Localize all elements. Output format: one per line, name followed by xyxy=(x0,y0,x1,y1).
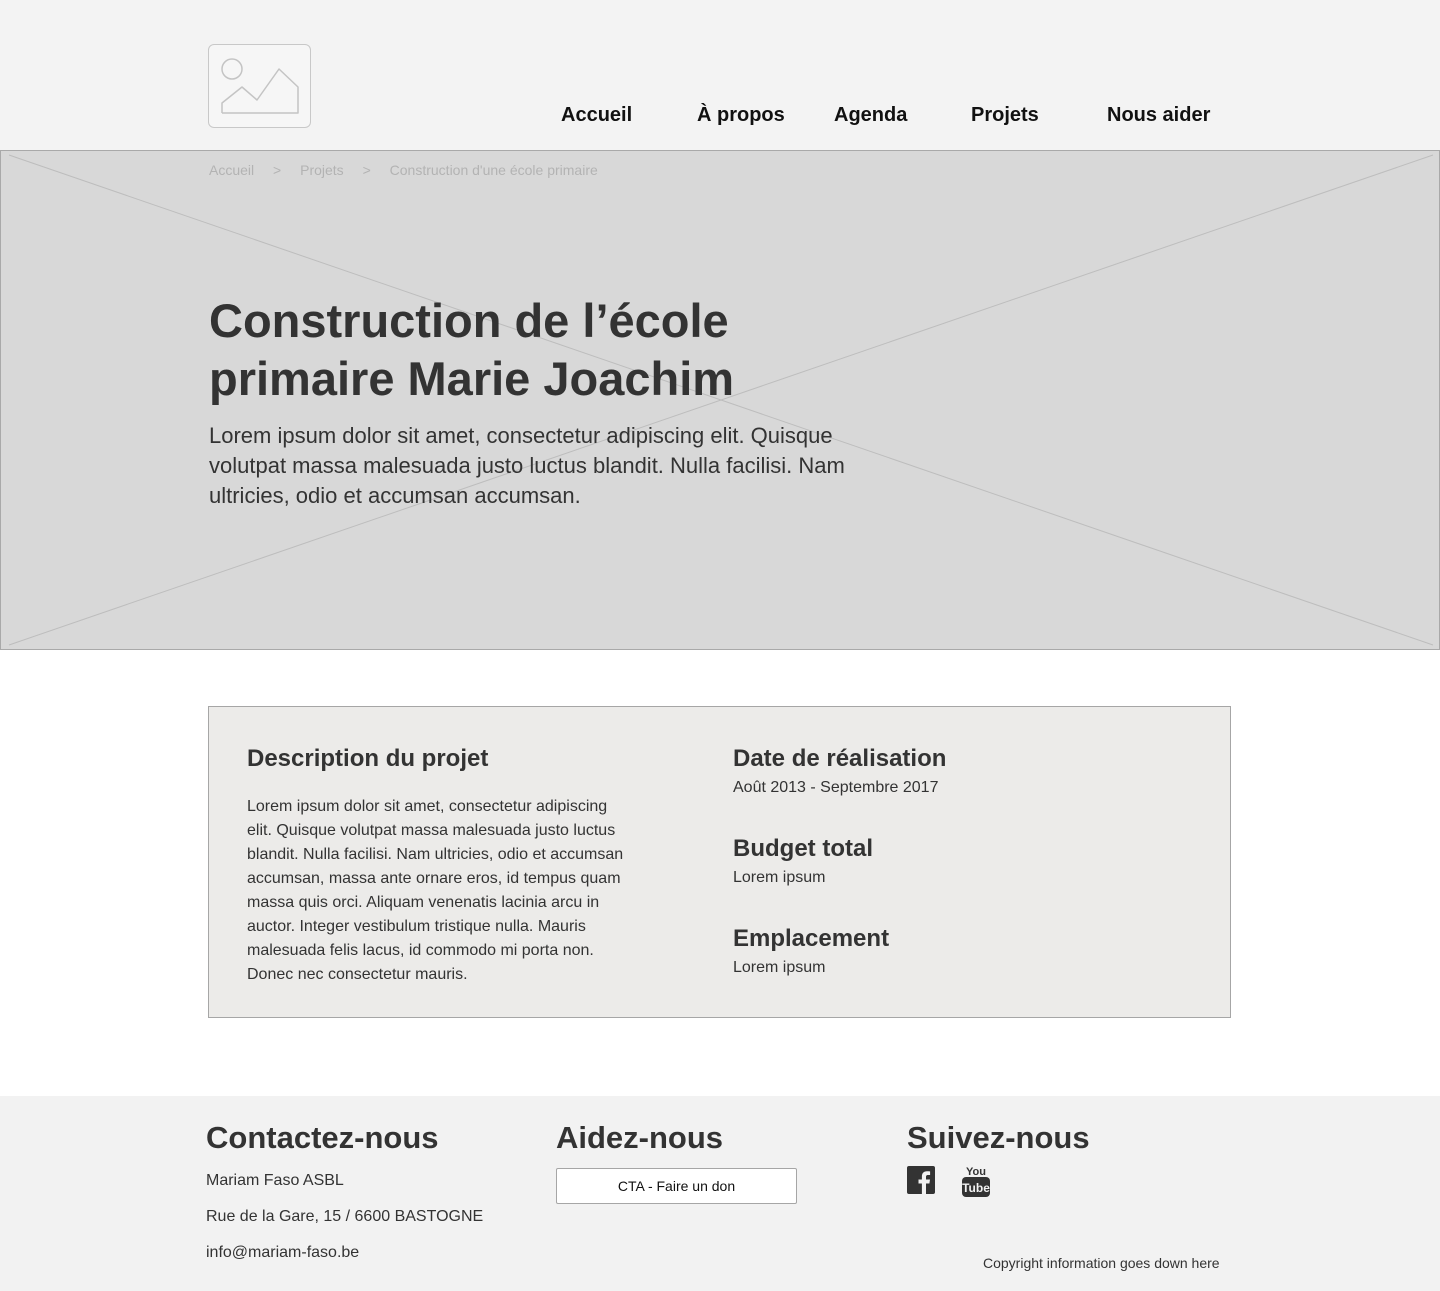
breadcrumb-separator: > xyxy=(273,162,282,178)
description-text: Lorem ipsum dolor sit amet, consectetur … xyxy=(247,798,624,983)
youtube-text-top: You xyxy=(966,1166,986,1178)
nav-item-accueil[interactable]: Accueil xyxy=(561,104,632,127)
site-footer: Contactez-nous Mariam Faso ASBL Rue de l… xyxy=(0,1096,1440,1291)
hero-lead: Lorem ipsum dolor sit amet, consectetur … xyxy=(209,423,845,508)
nav-item-a-propos[interactable]: À propos xyxy=(697,104,785,127)
donate-button[interactable]: CTA - Faire un don xyxy=(556,1168,797,1204)
budget-value: Lorem ipsum xyxy=(733,869,826,886)
copyright-text: Copyright information goes down here xyxy=(983,1255,1220,1271)
facebook-icon[interactable] xyxy=(907,1166,935,1199)
site-header: Accueil À propos Agenda Projets Nous aid… xyxy=(0,0,1440,150)
contact-heading: Contactez-nous xyxy=(206,1120,439,1155)
youtube-text-bottom: Tube xyxy=(962,1181,990,1195)
contact-name: Mariam Faso ASBL xyxy=(206,1172,344,1189)
breadcrumb-separator: > xyxy=(362,162,371,178)
nav-item-projets[interactable]: Projets xyxy=(971,104,1039,127)
youtube-icon[interactable]: You Tube xyxy=(962,1164,990,1203)
description-heading: Description du projet xyxy=(247,745,489,772)
breadcrumb-item-projets[interactable]: Projets xyxy=(300,162,344,178)
contact-address: Rue de la Gare, 15 / 6600 BASTOGNE xyxy=(206,1208,484,1225)
date-value: Août 2013 - Septembre 2017 xyxy=(733,779,939,796)
help-heading: Aidez-nous xyxy=(556,1120,724,1155)
location-value: Lorem ipsum xyxy=(733,959,826,976)
breadcrumb-item-accueil[interactable]: Accueil xyxy=(209,162,254,178)
date-heading: Date de réalisation xyxy=(733,745,947,772)
breadcrumb-item-current: Construction d'une école primaire xyxy=(389,162,598,178)
page-title: Construction de l’école primaire Marie J… xyxy=(209,294,735,405)
contact-email[interactable]: info@mariam-faso.be xyxy=(206,1244,359,1262)
nav-item-agenda[interactable]: Agenda xyxy=(834,104,907,127)
project-info-box: Description du projet Lorem ipsum dolor … xyxy=(208,706,1231,1018)
budget-heading: Budget total xyxy=(733,835,873,862)
nav-item-nous-aider[interactable]: Nous aider xyxy=(1107,104,1210,127)
logo[interactable] xyxy=(208,44,311,128)
hero-banner: Accueil > Projets > Construction d'une é… xyxy=(0,150,1440,650)
breadcrumb: Accueil > Projets > Construction d'une é… xyxy=(209,162,598,178)
image-placeholder-icon xyxy=(221,58,299,114)
location-heading: Emplacement xyxy=(733,925,890,952)
follow-heading: Suivez-nous xyxy=(907,1120,1090,1155)
